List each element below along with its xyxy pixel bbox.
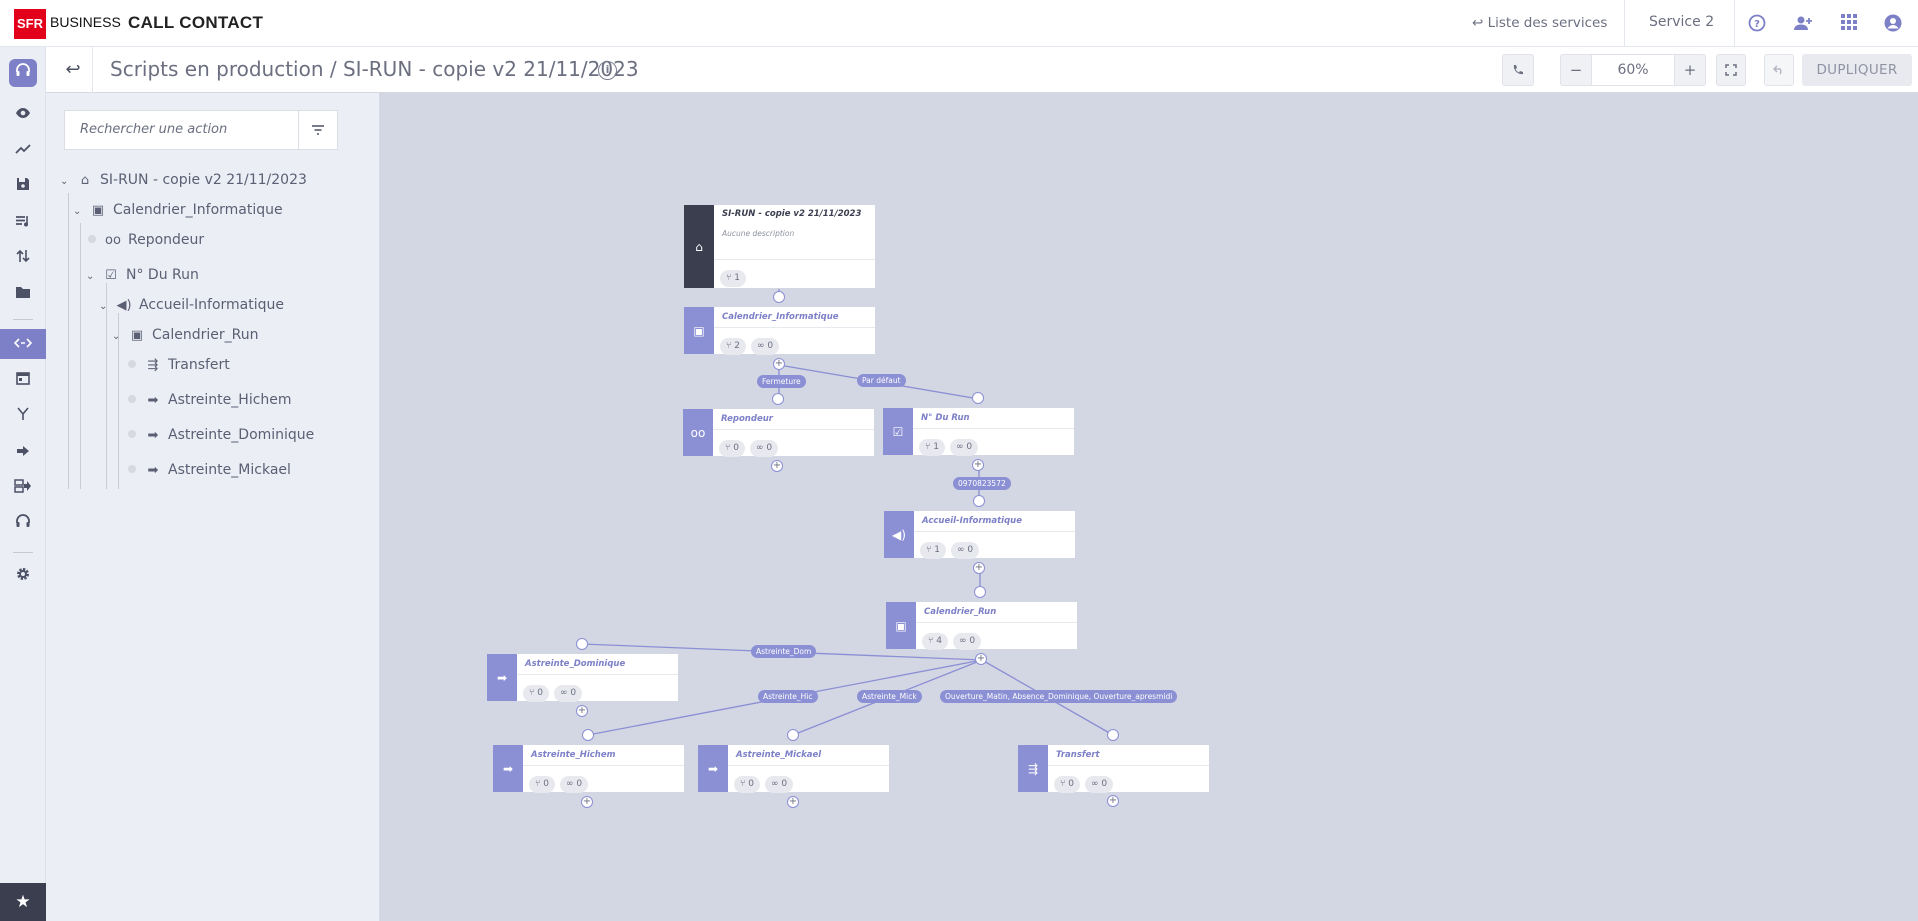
voicemail-icon: oo [690,425,706,440]
branch-count-badge: ⑂ 0 [529,776,555,793]
link-count-badge: ∞ 0 [951,542,980,559]
edge-label: Ouverture_Matin, Absence_Dominique, Ouve… [940,690,1178,703]
link-count-badge: ∞ 0 [554,685,583,702]
node-title: Accueil-Informatique [922,516,1022,526]
branch-count-badge: ⑂ 0 [719,440,745,457]
flow-node-transfert[interactable]: ⇶ Transfert ⑂ 0 ∞ 0 [1017,744,1210,793]
node-title: Astreinte_Mickael [736,750,822,760]
node-title: Transfert [1056,750,1100,760]
connector-port[interactable] [772,393,784,405]
add-branch-icon[interactable]: + [773,358,785,370]
edge-label: Astreinte_Dom [751,645,817,658]
home-icon: ⌂ [695,239,703,254]
add-branch-icon[interactable]: + [1107,795,1119,807]
link-count-badge: ∞ 0 [750,440,779,457]
edge-label: Fermeture [757,375,806,388]
flow-node-astreinte-hichem[interactable]: ➡ Astreinte_Hichem ⑂ 0 ∞ 0 [492,744,685,793]
add-branch-icon[interactable]: + [973,562,985,574]
branch-count-badge: ⑂ 0 [1054,776,1080,793]
link-count-badge: ∞ 0 [560,776,589,793]
add-branch-icon[interactable]: + [581,796,593,808]
branch-count-badge: ⑂ 0 [734,776,760,793]
connector-port[interactable] [582,729,594,741]
connector-port[interactable] [972,392,984,404]
add-branch-icon[interactable]: + [975,653,987,665]
flow-node-astreinte-mickael[interactable]: ➡ Astreinte_Mickael ⑂ 0 ∞ 0 [697,744,890,793]
link-count-badge: ∞ 0 [950,439,979,456]
connector-port[interactable] [973,495,985,507]
edge-label: 0970823572 [953,477,1011,490]
arrow-right-icon: ➡ [707,761,719,776]
connector-port[interactable] [773,291,785,303]
flow-node-n-du-run[interactable]: ☑ N° Du Run ⑂ 1 ∞ 0 [882,407,1075,456]
arrow-right-icon: ➡ [502,761,514,776]
edge-label: Astreinte_Hic [758,690,818,703]
branch-count-badge: ⑂ 1 [920,542,946,559]
edge-label: Astreinte_Mick [857,690,922,703]
node-title: Astreinte_Hichem [531,750,616,760]
check-box-icon: ☑ [892,424,904,439]
divider [714,259,875,260]
flow-node-repondeur[interactable]: oo Repondeur ⑂ 0 ∞ 0 [682,408,875,457]
transfer-icon: ⇶ [1027,761,1039,776]
node-title: Calendrier_Informatique [722,312,839,322]
flow-root-node[interactable]: ⌂ SI-RUN - copie v2 21/11/2023 Aucune de… [683,204,876,289]
branch-count-badge: ⑂ 0 [523,685,549,702]
edge-label: Par défaut [857,374,906,387]
node-title: N° Du Run [921,413,970,423]
connector-port[interactable] [974,586,986,598]
add-branch-icon[interactable]: + [576,705,588,717]
connector-port[interactable] [787,729,799,741]
arrow-right-icon: ➡ [496,670,508,685]
link-count-badge: ∞ 0 [1085,776,1114,793]
flow-connectors [581,289,1114,736]
add-branch-icon[interactable]: + [972,459,984,471]
node-title: Astreinte_Dominique [525,659,626,669]
add-branch-icon[interactable]: + [787,796,799,808]
flow-node-astreinte-dominique[interactable]: ➡ Astreinte_Dominique ⑂ 0 ∞ 0 [486,653,679,702]
calendar-icon: ▣ [693,323,705,338]
speaker-icon: ◀) [892,527,906,542]
link-count-badge: ∞ 0 [751,338,780,355]
branch-count-badge: ⑂ 4 [922,633,948,650]
link-count-badge: ∞ 0 [765,776,794,793]
node-title: SI-RUN - copie v2 21/11/2023 [722,209,862,219]
node-title: Calendrier_Run [924,607,997,617]
flow-node-calendrier-run[interactable]: ▣ Calendrier_Run ⑂ 4 ∞ 0 [885,601,1078,650]
add-branch-icon[interactable]: + [771,460,783,472]
flow-node-accueil-informatique[interactable]: ◀) Accueil-Informatique ⑂ 1 ∞ 0 [883,510,1076,559]
branch-count-badge: ⑂ 1 [720,270,746,287]
calendar-icon: ▣ [895,618,907,633]
link-count-badge: ∞ 0 [953,633,982,650]
node-title: Repondeur [721,414,773,424]
branch-count-badge: ⑂ 2 [720,338,746,355]
branch-count-badge: ⑂ 1 [919,439,945,456]
flow-node-calendrier-informatique[interactable]: ▣ Calendrier_Informatique ⑂ 2 ∞ 0 [683,306,876,355]
connector-port[interactable] [576,638,588,650]
node-description: Aucune description [722,229,795,238]
connector-port[interactable] [1107,729,1119,741]
